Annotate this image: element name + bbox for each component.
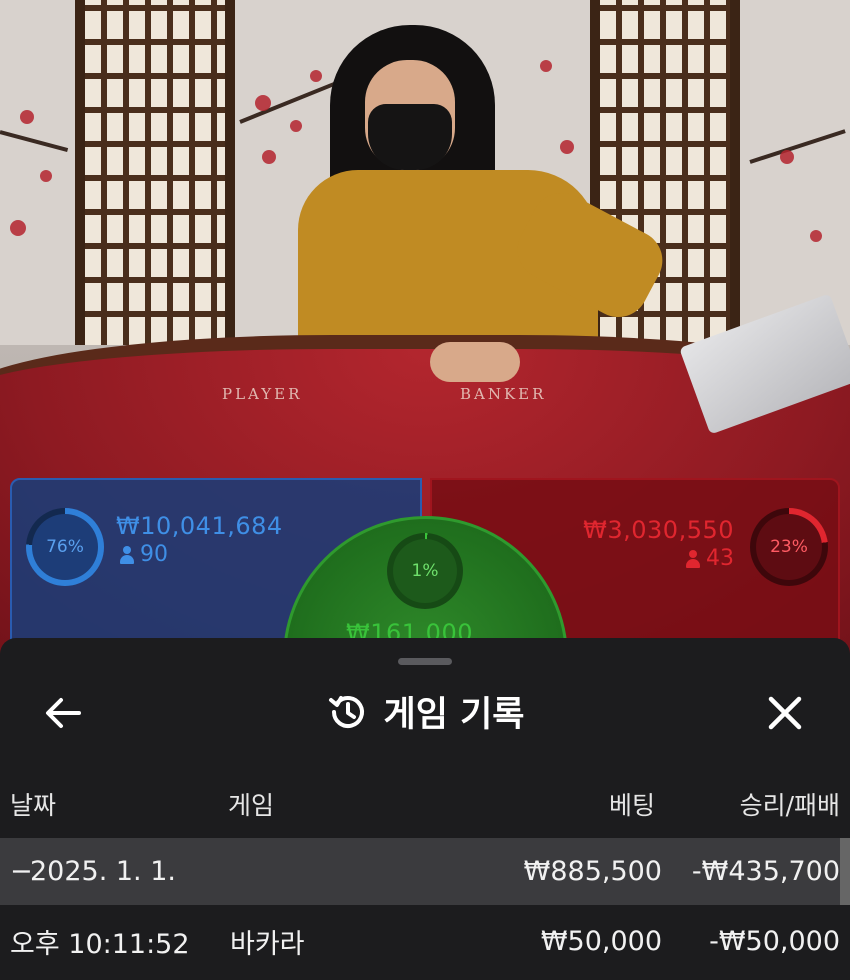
table-player-label: PLAYER — [222, 385, 303, 403]
blossom — [810, 230, 822, 242]
banker-bettor-count-value: 43 — [706, 546, 734, 571]
blossom — [560, 140, 574, 154]
player-percent: 76% — [32, 514, 98, 580]
date-group-bet-total: ₩885,500 — [523, 856, 662, 887]
dealer-mask — [368, 104, 452, 170]
column-header-date: 날짜 — [10, 791, 57, 820]
column-header-result: 승리/패배 — [739, 791, 840, 820]
column-header-game: 게임 — [228, 791, 275, 820]
sheet-header: 게임 기록 — [0, 686, 850, 737]
person-icon — [686, 549, 700, 568]
lattice-screen-left — [75, 0, 235, 345]
date-group-row[interactable]: − 2025. 1. 1. ₩885,500 -₩435,700 — [0, 838, 850, 905]
person-icon — [120, 545, 134, 564]
row-time: 오후 10:11:52 — [10, 929, 190, 960]
blossom — [262, 150, 276, 164]
sheet-drag-handle[interactable] — [398, 658, 452, 665]
history-icon — [328, 695, 364, 728]
blossom — [40, 170, 52, 182]
blossom — [20, 110, 34, 124]
blossom — [540, 60, 552, 72]
banker-percent: 23% — [756, 514, 822, 580]
close-icon — [768, 696, 802, 730]
close-button[interactable] — [760, 688, 810, 738]
tie-percent: 1% — [393, 539, 457, 603]
row-bet: ₩50,000 — [540, 926, 662, 957]
column-header-bet: 베팅 — [608, 791, 655, 820]
table-row[interactable]: 오후 10:11:52 바카라 ₩50,000 -₩50,000 — [0, 908, 850, 975]
tie-percent-ring: 1% — [387, 533, 463, 609]
scrollbar[interactable] — [840, 838, 850, 905]
player-bet-amount: ₩10,041,684 — [116, 512, 283, 540]
date-group-result-total: -₩435,700 — [691, 856, 840, 887]
player-percent-ring: 76% — [26, 508, 104, 586]
blossom — [10, 220, 26, 236]
page-title: 게임 기록 — [383, 695, 525, 735]
blossom — [310, 70, 322, 82]
game-history-sheet: 게임 기록 날짜 게임 베팅 승리/패배 − 2025. 1. 1. ₩885,… — [0, 638, 850, 980]
blossom — [290, 120, 302, 132]
row-game: 바카라 — [230, 929, 305, 960]
banker-bettor-count: 43 — [686, 546, 734, 571]
player-bettor-count-value: 90 — [140, 542, 168, 567]
dealer-hand — [430, 342, 520, 382]
banker-bet-amount: ₩3,030,550 — [583, 516, 734, 544]
player-bettor-count: 90 — [120, 542, 168, 567]
table-banker-label: BANKER — [460, 385, 547, 403]
row-result: -₩50,000 — [709, 926, 840, 957]
banker-percent-ring: 23% — [750, 508, 828, 586]
date-group-date: 2025. 1. 1. — [30, 856, 176, 887]
blossom — [255, 95, 271, 111]
blossom — [780, 150, 794, 164]
